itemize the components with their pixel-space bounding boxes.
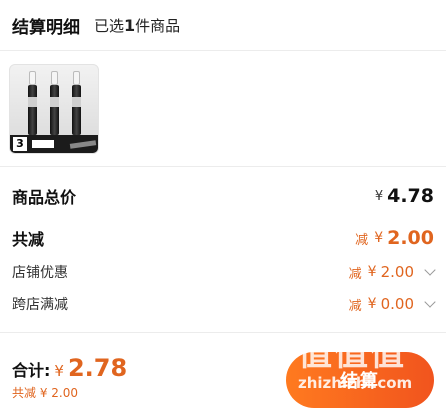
currency-symbol: ¥ (374, 230, 384, 246)
selected-suffix: 件商品 (135, 16, 181, 35)
product-divider (0, 166, 446, 167)
pack-count-badge: 3 (13, 137, 27, 151)
store-discount-value: 2.00 (380, 263, 414, 281)
currency-symbol: ¥ (54, 362, 64, 380)
store-discount-label: 店铺优惠 (12, 265, 68, 281)
selected-count: 1 (124, 15, 136, 35)
currency-symbol: ¥ (367, 296, 377, 312)
grand-total-discount-note: 共减 ¥ 2.00 (12, 386, 78, 400)
chevron-down-icon[interactable] (424, 296, 436, 308)
selected-prefix: 已选 (94, 16, 125, 35)
watermark-logo: 值值值 (298, 334, 406, 374)
product-thumbnail[interactable]: 3 (9, 64, 99, 154)
discount-tag: 减 (355, 232, 369, 248)
header-divider (0, 50, 446, 51)
cross-store-discount-row[interactable]: 跨店满减 减 ¥ 0.00 (12, 292, 436, 316)
pen-image (72, 71, 81, 137)
discount-tag: 减 (348, 298, 362, 314)
grand-total-value: 2.78 (67, 354, 128, 382)
goods-total-row: 商品总价 ¥ 4.78 (12, 184, 434, 208)
pen-image (50, 71, 59, 137)
selected-count-text: 已选1件商品 (94, 15, 180, 36)
cross-store-discount-label: 跨店满减 (12, 297, 68, 313)
goods-total-value: 4.78 (387, 185, 434, 207)
chevron-down-icon[interactable] (424, 264, 436, 276)
goods-total-label: 商品总价 (12, 188, 77, 207)
thumbnail-tag (32, 140, 54, 148)
page-header: 结算明细 已选1件商品 (0, 0, 446, 50)
grand-total: 合计: ¥ 2.78 (12, 354, 127, 382)
discount-total-row: 共减 减 ¥ 2.00 (12, 226, 434, 250)
store-discount-row[interactable]: 店铺优惠 减 ¥ 2.00 (12, 260, 436, 284)
watermark-url: zhizhizhi.com (298, 374, 413, 392)
currency-symbol: ¥ (374, 188, 384, 204)
discount-total-value: 2.00 (387, 227, 434, 249)
discount-total-label: 共减 (12, 230, 45, 249)
cross-store-discount-value: 0.00 (380, 295, 414, 313)
currency-symbol: ¥ (367, 264, 377, 280)
page-title: 结算明细 (12, 17, 80, 38)
discount-tag: 减 (348, 266, 362, 282)
pen-image (28, 71, 37, 137)
grand-total-label: 合计: (12, 361, 51, 380)
